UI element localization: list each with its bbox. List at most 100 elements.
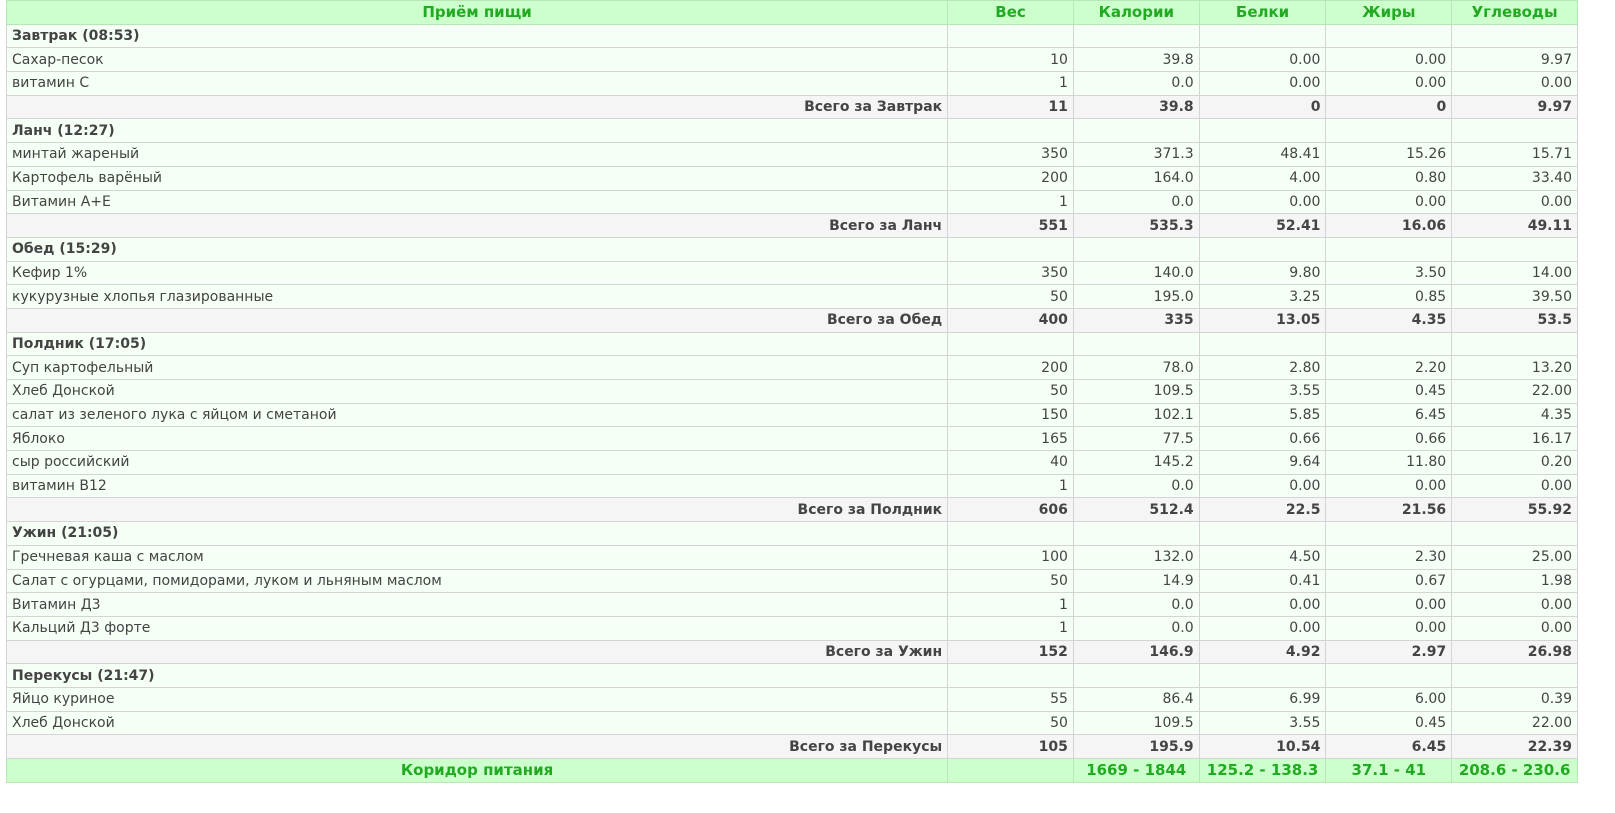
food-item-row[interactable]: салат из зеленого лука с яйцом и сметано…: [5, 402, 1578, 428]
food-name[interactable]: витамин В12: [5, 473, 949, 499]
food-carbs: 25.00: [1451, 544, 1578, 570]
food-name[interactable]: Хлеб Донской: [5, 710, 949, 736]
meal-header-empty-fat: [1325, 118, 1453, 144]
column-header-calories[interactable]: Калории: [1072, 0, 1200, 25]
meal-total-weight: 551: [947, 213, 1074, 238]
food-item-row[interactable]: Сахар-песок 10 39.8 0.00 0.00 9.97: [5, 47, 1578, 73]
meal-total-fat: 2.97: [1325, 639, 1453, 665]
meal-total-protein: 10.54: [1198, 734, 1327, 759]
food-carbs: 39.50: [1451, 284, 1578, 309]
corridor-carbs: 208.6 - 230.6: [1451, 758, 1578, 783]
column-header-meal[interactable]: Приём пищи: [5, 0, 949, 25]
meal-header-empty-carbs: [1451, 236, 1578, 262]
food-item-row[interactable]: витамин С 1 0.0 0.00 0.00 0.00: [5, 71, 1578, 96]
meal-total-label: Всего за Обед: [5, 307, 949, 333]
meal-title: Перекусы (21:47): [5, 663, 949, 688]
food-weight: 1: [947, 189, 1074, 215]
food-item-row[interactable]: Кальций Д3 форте 1 0.0 0.00 0.00 0.00: [5, 615, 1578, 641]
food-item-row[interactable]: кукурузные хлопья глазированные 50 195.0 3.…: [5, 284, 1578, 309]
meal-header-empty-carbs: [1451, 331, 1578, 357]
food-item-row[interactable]: Салат с огурцами, помидорами, луком и ль…: [5, 568, 1578, 594]
column-header-protein[interactable]: Белки: [1198, 0, 1327, 25]
food-name[interactable]: Яйцо куриное: [5, 686, 949, 712]
column-header-weight[interactable]: Вес: [947, 0, 1074, 25]
meal-total-row: Всего за Завтрак 11 39.8 0 0 9.97: [5, 94, 1578, 120]
food-name[interactable]: салат из зеленого лука с яйцом и сметано…: [5, 402, 949, 428]
meal-total-protein: 4.92: [1198, 639, 1327, 665]
food-name[interactable]: Витамин Д3: [5, 592, 949, 617]
food-name[interactable]: Кефир 1%: [5, 260, 949, 286]
food-fat: 0.00: [1325, 592, 1453, 617]
food-calories: 0.0: [1072, 71, 1200, 96]
meal-total-carbs: 9.97: [1451, 94, 1578, 120]
food-item-row[interactable]: витамин В12 1 0.0 0.00 0.00 0.00: [5, 473, 1578, 499]
food-protein: 3.55: [1198, 710, 1327, 736]
column-header-carbs[interactable]: Углеводы: [1451, 0, 1578, 25]
food-name[interactable]: Салат с огурцами, помидорами, луком и ль…: [5, 568, 949, 594]
food-calories: 145.2: [1072, 450, 1200, 475]
meal-total-calories: 39.8: [1072, 94, 1200, 120]
food-item-row[interactable]: Витамин Д3 1 0.0 0.00 0.00 0.00: [5, 592, 1578, 617]
meal-header-empty-calories: [1072, 236, 1200, 262]
food-item-row[interactable]: Яблоко 165 77.5 0.66 0.66 16.17: [5, 426, 1578, 452]
food-calories: 77.5: [1072, 426, 1200, 452]
meal-total-fat: 6.45: [1325, 734, 1453, 759]
food-weight: 350: [947, 142, 1074, 167]
meal-title: Завтрак (08:53): [5, 23, 949, 49]
food-item-row[interactable]: Картофель варёный 200 164.0 4.00 0.80 33.40: [5, 165, 1578, 191]
food-carbs: 1.98: [1451, 568, 1578, 594]
food-fat: 0.80: [1325, 165, 1453, 191]
food-carbs: 0.00: [1451, 615, 1578, 641]
food-fat: 0.45: [1325, 710, 1453, 736]
food-name[interactable]: Яблоко: [5, 426, 949, 452]
food-item-row[interactable]: минтай жареный 350 371.3 48.41 15.26 15.71: [5, 142, 1578, 167]
food-item-row[interactable]: Гречневая каша с маслом 100 132.0 4.50 2.30 2…: [5, 544, 1578, 570]
meal-total-fat: 4.35: [1325, 307, 1453, 333]
food-item-row[interactable]: Хлеб Донской 50 109.5 3.55 0.45 22.00: [5, 379, 1578, 404]
food-name[interactable]: витамин С: [5, 71, 949, 96]
food-name[interactable]: Витамин А+Е: [5, 189, 949, 215]
food-calories: 39.8: [1072, 47, 1200, 73]
meal-header-empty-calories: [1072, 663, 1200, 688]
food-name[interactable]: Кальций Д3 форте: [5, 615, 949, 641]
food-fat: 0.00: [1325, 473, 1453, 499]
food-name[interactable]: Суп картофельный: [5, 355, 949, 380]
meal-total-protein: 22.5: [1198, 497, 1327, 523]
food-name[interactable]: Картофель варёный: [5, 165, 949, 191]
food-fat: 0.00: [1325, 47, 1453, 73]
meal-header-empty-weight: [947, 23, 1074, 49]
food-carbs: 4.35: [1451, 402, 1578, 428]
food-name[interactable]: сыр российский: [5, 450, 949, 475]
food-protein: 0.66: [1198, 426, 1327, 452]
column-header-fat[interactable]: Жиры: [1325, 0, 1453, 25]
food-protein: 3.55: [1198, 379, 1327, 404]
food-item-row[interactable]: Кефир 1% 350 140.0 9.80 3.50 14.00: [5, 260, 1578, 286]
food-item-row[interactable]: Витамин А+Е 1 0.0 0.00 0.00 0.00: [5, 189, 1578, 215]
food-weight: 50: [947, 710, 1074, 736]
food-protein: 9.80: [1198, 260, 1327, 286]
food-name[interactable]: минтай жареный: [5, 142, 949, 167]
food-name[interactable]: Хлеб Донской: [5, 379, 949, 404]
meal-total-protein: 52.41: [1198, 213, 1327, 238]
food-carbs: 0.00: [1451, 592, 1578, 617]
food-weight: 10: [947, 47, 1074, 73]
food-weight: 200: [947, 355, 1074, 380]
food-weight: 1: [947, 473, 1074, 499]
food-item-row[interactable]: сыр российский 40 145.2 9.64 11.80 0.20: [5, 450, 1578, 475]
food-item-row[interactable]: Хлеб Донской 50 109.5 3.55 0.45 22.00: [5, 710, 1578, 736]
food-protein: 0.00: [1198, 473, 1327, 499]
food-weight: 1: [947, 592, 1074, 617]
meal-header-empty-protein: [1198, 23, 1327, 49]
meal-header-empty-fat: [1325, 236, 1453, 262]
meal-total-carbs: 22.39: [1451, 734, 1578, 759]
meal-header-empty-calories: [1072, 521, 1200, 546]
corridor-fat: 37.1 - 41: [1325, 758, 1453, 783]
meal-header-empty-weight: [947, 236, 1074, 262]
food-item-row[interactable]: Суп картофельный 200 78.0 2.80 2.20 13.20: [5, 355, 1578, 380]
food-name[interactable]: Гречневая каша с маслом: [5, 544, 949, 570]
meal-header-row: Ланч (12:27): [5, 118, 1578, 144]
food-name[interactable]: кукурузные хлопья глазированные: [5, 284, 949, 309]
food-name[interactable]: Сахар-песок: [5, 47, 949, 73]
food-item-row[interactable]: Яйцо куриное 55 86.4 6.99 6.00 0.39: [5, 686, 1578, 712]
food-fat: 0.45: [1325, 379, 1453, 404]
